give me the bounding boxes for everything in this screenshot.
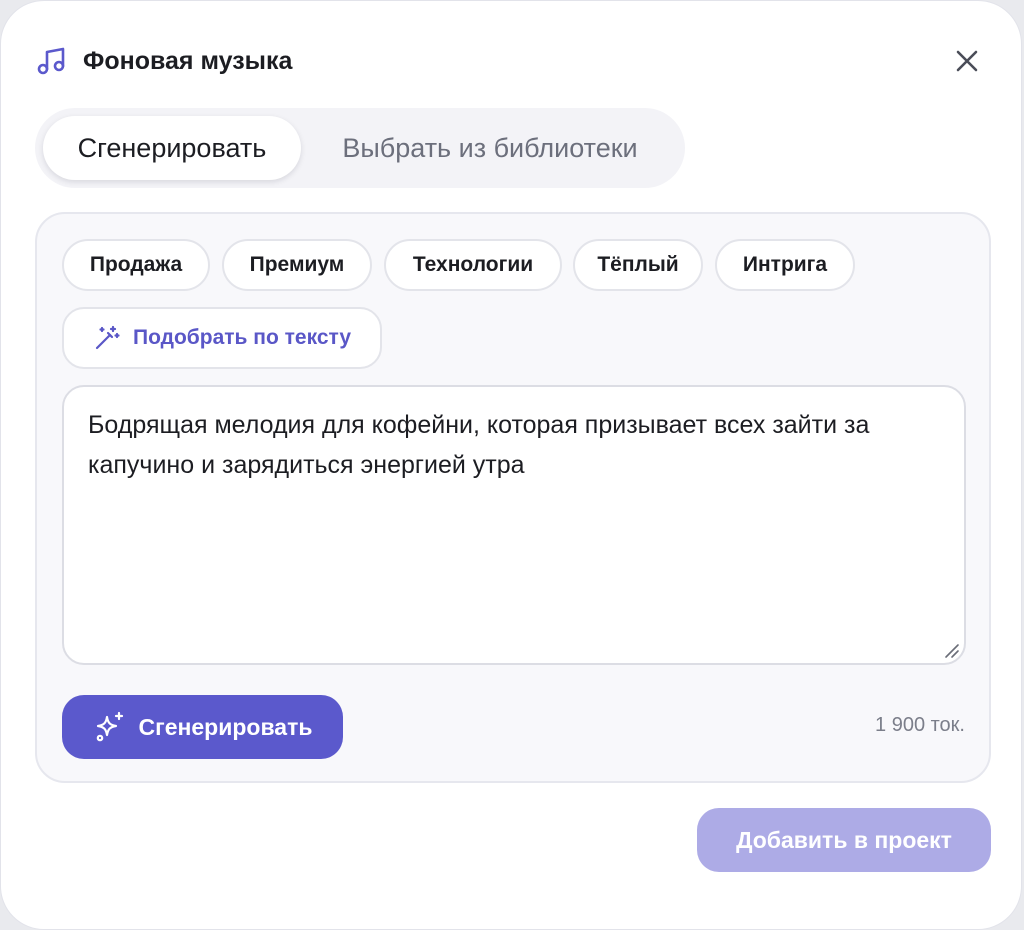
tab-library[interactable]: Выбрать из библиотеки bbox=[305, 116, 675, 180]
prompt-text[interactable]: Бодрящая мелодия для кофейни, которая пр… bbox=[88, 405, 928, 485]
magic-wand-icon bbox=[95, 325, 120, 350]
chip-technology[interactable]: Технологии bbox=[384, 239, 562, 291]
source-tabs: Сгенерировать Выбрать из библиотеки bbox=[35, 108, 685, 188]
generate-panel: Продажа Премиум Технологии Тёплый Интриг… bbox=[35, 212, 991, 783]
match-by-text-button[interactable]: Подобрать по тексту bbox=[62, 307, 382, 369]
dialog-title: Фоновая музыка bbox=[83, 46, 293, 75]
tab-generate[interactable]: Сгенерировать bbox=[43, 116, 301, 180]
match-by-text-label: Подобрать по тексту bbox=[132, 326, 352, 349]
music-note-icon bbox=[37, 47, 65, 75]
chip-sale[interactable]: Продажа bbox=[62, 239, 210, 291]
resize-handle-icon[interactable] bbox=[942, 641, 960, 659]
chip-premium[interactable]: Премиум bbox=[222, 239, 372, 291]
sparkles-icon bbox=[96, 711, 123, 742]
close-button[interactable] bbox=[947, 41, 987, 81]
generate-button-label: Сгенерировать bbox=[138, 713, 313, 740]
prompt-textarea[interactable]: Бодрящая мелодия для кофейни, которая пр… bbox=[62, 385, 966, 665]
generate-button[interactable]: Сгенерировать bbox=[62, 695, 343, 759]
token-cost: 1 900 ток. bbox=[875, 714, 965, 736]
chip-warm[interactable]: Тёплый bbox=[573, 239, 703, 291]
dialog-header: Фоновая музыка bbox=[35, 41, 292, 81]
background-music-dialog: Фоновая музыка Сгенерировать Выбрать из … bbox=[0, 0, 1022, 930]
chip-intrigue[interactable]: Интрига bbox=[715, 239, 855, 291]
add-to-project-button[interactable]: Добавить в проект bbox=[697, 808, 991, 872]
close-icon bbox=[956, 50, 978, 72]
